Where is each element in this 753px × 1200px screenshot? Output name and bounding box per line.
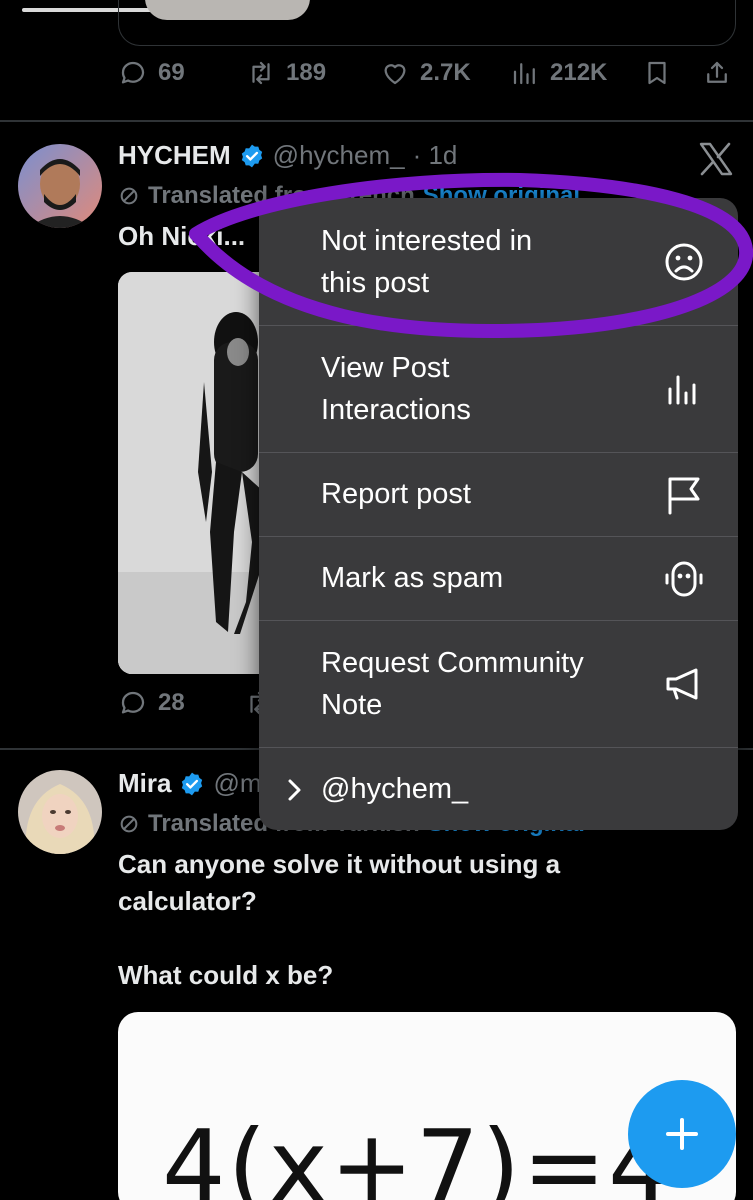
avatar[interactable] xyxy=(18,770,102,854)
flag-icon xyxy=(662,473,706,517)
menu-item-label: Mark as spam xyxy=(321,562,504,594)
display-name[interactable]: HYCHEM xyxy=(118,140,231,171)
menu-item-account[interactable]: @hychem_ xyxy=(259,747,738,830)
menu-label-line: Not interested in xyxy=(321,225,533,257)
menu-item-label: Report post xyxy=(321,478,471,510)
menu-item-label: Request Community Note xyxy=(321,642,584,726)
equation-text: 4(x+7)=4 xyxy=(162,1108,674,1200)
post-divider xyxy=(0,120,753,122)
views-icon xyxy=(513,63,535,85)
translate-icon xyxy=(120,187,138,205)
previous-post-image xyxy=(145,0,310,20)
previous-post-actions: 69 189 2.7K 212K xyxy=(118,58,736,98)
megaphone-icon xyxy=(662,662,706,706)
post-header: Mira @m xyxy=(118,768,262,799)
avatar-image xyxy=(18,770,102,854)
post-text[interactable]: Can anyone solve it without using a calc… xyxy=(118,846,560,994)
heart-icon xyxy=(384,64,406,85)
handle[interactable]: @hychem_ xyxy=(273,140,405,171)
menu-item-community-note[interactable]: Request Community Note xyxy=(259,620,738,747)
repost-button[interactable]: 189 xyxy=(246,58,326,88)
menu-item-not-interested[interactable]: Not interested in this post xyxy=(259,198,738,325)
views-count: 212K xyxy=(550,59,608,86)
verified-badge-icon xyxy=(241,144,262,167)
verified-badge-icon xyxy=(182,772,203,795)
post-text-line: Can anyone solve it without using a xyxy=(118,849,561,879)
avatar-image xyxy=(18,144,102,228)
bookmark-button[interactable] xyxy=(642,58,672,88)
menu-account-label: @hychem_ xyxy=(321,773,469,805)
reply-button[interactable]: 69 xyxy=(118,58,185,88)
display-name[interactable]: Mira xyxy=(118,768,171,799)
avatar[interactable] xyxy=(18,144,102,228)
menu-label-line: this post xyxy=(321,267,429,299)
post-text-line: calculator? xyxy=(118,886,257,916)
robot-icon xyxy=(662,557,706,601)
menu-label-line: Request Community xyxy=(321,647,584,679)
like-count: 2.7K xyxy=(420,59,471,86)
menu-item-label: View Post Interactions xyxy=(321,347,471,431)
post-text-spacer xyxy=(118,920,560,957)
bookmark-icon xyxy=(648,61,666,85)
menu-item-mark-spam[interactable]: Mark as spam xyxy=(259,536,738,620)
repost-icon xyxy=(252,61,270,85)
chevron-right-icon xyxy=(288,779,301,801)
x-logo-icon xyxy=(699,142,733,176)
grok-icon[interactable] xyxy=(698,142,734,176)
like-button[interactable]: 2.7K xyxy=(380,58,471,88)
post-text-line: What could x be? xyxy=(118,960,334,990)
post-time: · 1d xyxy=(412,140,458,170)
menu-label-line: Interactions xyxy=(321,394,471,426)
post-header: HYCHEM @hychem_ · 1d xyxy=(118,140,457,171)
bar-chart-icon xyxy=(662,367,706,411)
menu-item-label: Not interested in this post xyxy=(321,220,532,304)
repost-count: 189 xyxy=(286,59,327,86)
plus-icon xyxy=(666,1118,698,1150)
menu-label-line: Note xyxy=(321,689,383,721)
views-button[interactable]: 212K xyxy=(510,58,607,88)
reply-icon xyxy=(121,691,145,714)
frown-face-icon xyxy=(662,240,706,284)
reply-button[interactable]: 28 xyxy=(118,688,185,718)
post-options-menu: Not interested in this post View Post In… xyxy=(259,198,738,830)
translate-icon xyxy=(120,815,138,833)
menu-item-report-post[interactable]: Report post xyxy=(259,452,738,536)
menu-label-line: View Post xyxy=(321,352,450,384)
share-button[interactable] xyxy=(702,58,732,88)
reply-icon xyxy=(121,61,145,84)
menu-item-view-interactions[interactable]: View Post Interactions xyxy=(259,325,738,452)
compose-button[interactable] xyxy=(628,1080,736,1188)
post-text[interactable]: Oh Nicki... xyxy=(118,218,245,255)
share-icon xyxy=(707,61,727,83)
reply-count: 28 xyxy=(158,689,185,716)
reply-count: 69 xyxy=(158,59,185,86)
handle[interactable]: @m xyxy=(213,768,261,799)
